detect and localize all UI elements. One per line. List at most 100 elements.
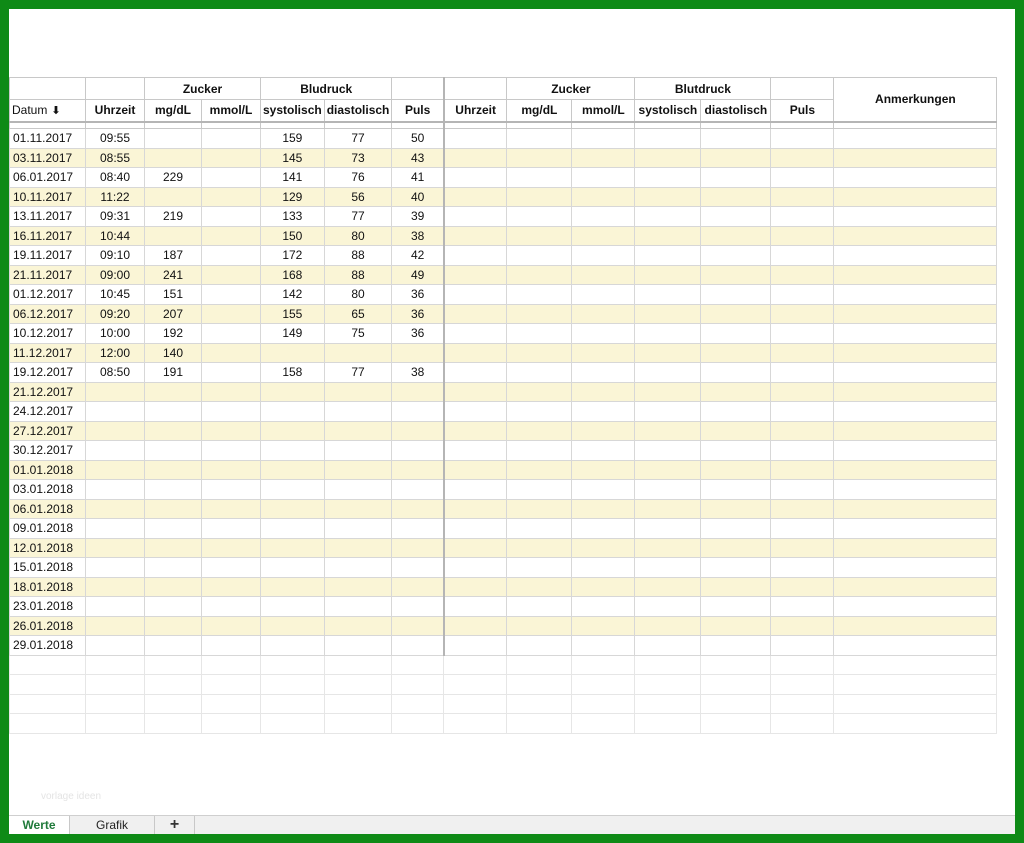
cell-empty[interactable] xyxy=(443,128,508,149)
header-cell[interactable] xyxy=(443,77,508,100)
cell-mmoll[interactable] xyxy=(201,128,261,149)
cell-puls[interactable]: 36 xyxy=(391,303,445,324)
spacer-cell[interactable] xyxy=(770,120,835,129)
cell-datum[interactable]: 09.01.2018 xyxy=(9,518,86,539)
table-row[interactable]: 16.11.2017 10:44 150 80 38 xyxy=(9,225,998,246)
cell-mgdl[interactable]: 151 xyxy=(144,284,202,305)
cell-empty[interactable] xyxy=(506,654,573,675)
cell-empty[interactable] xyxy=(506,459,573,480)
header-cell[interactable] xyxy=(9,77,86,100)
cell-diastolisch[interactable]: 73 xyxy=(323,147,393,168)
cell-diastolisch[interactable] xyxy=(323,342,393,363)
cell-empty[interactable] xyxy=(571,576,636,597)
cell-puls[interactable]: 43 xyxy=(391,147,445,168)
cell-empty[interactable] xyxy=(770,693,835,714)
cell-empty[interactable] xyxy=(770,537,835,558)
cell-empty[interactable] xyxy=(571,401,636,422)
cell-puls[interactable]: 36 xyxy=(391,284,445,305)
cell-puls[interactable]: 50 xyxy=(391,128,445,149)
cell-empty[interactable] xyxy=(833,381,998,402)
cell-uhrzeit[interactable] xyxy=(85,479,145,500)
cell-systolisch[interactable] xyxy=(260,537,325,558)
table-row[interactable]: 27.12.2017 xyxy=(9,420,998,441)
cell-empty[interactable] xyxy=(770,498,835,519)
cell-empty[interactable] xyxy=(506,576,573,597)
cell-empty[interactable] xyxy=(770,576,835,597)
cell-empty[interactable] xyxy=(833,440,998,461)
cell-empty[interactable] xyxy=(700,342,772,363)
header-group-zucker[interactable]: Zucker xyxy=(144,77,261,100)
cell-empty[interactable] xyxy=(571,342,636,363)
cell-systolisch[interactable]: 172 xyxy=(260,245,325,266)
cell-mgdl[interactable]: 187 xyxy=(144,245,202,266)
cell-mmoll[interactable] xyxy=(201,518,261,539)
cell-empty[interactable] xyxy=(443,693,508,714)
cell-empty[interactable] xyxy=(443,654,508,675)
cell-uhrzeit[interactable] xyxy=(85,596,145,617)
cell-empty[interactable] xyxy=(443,440,508,461)
cell-systolisch[interactable] xyxy=(260,557,325,578)
cell-empty[interactable] xyxy=(571,264,636,285)
cell-empty[interactable] xyxy=(700,479,772,500)
cell-empty[interactable] xyxy=(571,206,636,227)
cell-empty[interactable] xyxy=(506,440,573,461)
cell-empty[interactable] xyxy=(634,459,702,480)
cell-empty[interactable] xyxy=(443,186,508,207)
add-sheet-button[interactable]: + xyxy=(155,816,195,834)
header-cell[interactable] xyxy=(770,77,835,100)
cell-puls[interactable] xyxy=(391,576,445,597)
cell-puls[interactable]: 38 xyxy=(391,225,445,246)
cell-empty[interactable] xyxy=(833,498,998,519)
cell-diastolisch[interactable] xyxy=(323,596,393,617)
table-row[interactable]: 19.11.2017 09:10 187 172 88 42 xyxy=(9,245,998,266)
cell-empty[interactable] xyxy=(9,674,86,695)
cell-empty[interactable] xyxy=(443,596,508,617)
cell-empty[interactable] xyxy=(571,674,636,695)
cell-diastolisch[interactable] xyxy=(323,401,393,422)
cell-datum[interactable]: 01.11.2017 xyxy=(9,128,86,149)
cell-diastolisch[interactable]: 56 xyxy=(323,186,393,207)
cell-empty[interactable] xyxy=(323,674,393,695)
cell-datum[interactable]: 15.01.2018 xyxy=(9,557,86,578)
cell-empty[interactable] xyxy=(770,342,835,363)
table-row[interactable]: 11.12.2017 12:00 140 xyxy=(9,342,998,363)
cell-empty[interactable] xyxy=(443,401,508,422)
cell-empty[interactable] xyxy=(506,225,573,246)
cell-empty[interactable] xyxy=(391,674,445,695)
cell-empty[interactable] xyxy=(571,635,636,656)
cell-diastolisch[interactable] xyxy=(323,420,393,441)
cell-empty[interactable] xyxy=(700,498,772,519)
cell-datum[interactable]: 03.01.2018 xyxy=(9,479,86,500)
cell-uhrzeit[interactable] xyxy=(85,459,145,480)
cell-empty[interactable] xyxy=(506,186,573,207)
header-group-bludruck[interactable]: Bludruck xyxy=(259,77,393,100)
cell-uhrzeit[interactable]: 10:45 xyxy=(85,284,145,305)
cell-empty[interactable] xyxy=(770,654,835,675)
cell-mgdl[interactable] xyxy=(144,440,202,461)
cell-empty[interactable] xyxy=(770,459,835,480)
cell-mgdl[interactable] xyxy=(144,615,202,636)
cell-mgdl[interactable] xyxy=(144,186,202,207)
cell-puls[interactable] xyxy=(391,615,445,636)
cell-empty[interactable] xyxy=(443,303,508,324)
header-mmoll-2[interactable]: mmol/L xyxy=(571,99,636,123)
table-row[interactable]: 06.01.2017 08:40 229 141 76 41 xyxy=(9,167,998,188)
cell-empty[interactable] xyxy=(506,167,573,188)
cell-empty[interactable] xyxy=(443,713,508,734)
cell-empty[interactable] xyxy=(506,674,573,695)
cell-empty[interactable] xyxy=(571,596,636,617)
cell-empty[interactable] xyxy=(506,284,573,305)
cell-empty[interactable] xyxy=(770,635,835,656)
cell-empty[interactable] xyxy=(443,479,508,500)
cell-empty[interactable] xyxy=(144,654,202,675)
cell-empty[interactable] xyxy=(144,674,202,695)
cell-empty[interactable] xyxy=(571,713,636,734)
cell-empty[interactable] xyxy=(443,537,508,558)
spacer-cell[interactable] xyxy=(391,120,445,129)
cell-systolisch[interactable]: 159 xyxy=(260,128,325,149)
cell-empty[interactable] xyxy=(571,479,636,500)
cell-empty[interactable] xyxy=(833,654,998,675)
cell-datum[interactable]: 10.12.2017 xyxy=(9,323,86,344)
cell-diastolisch[interactable] xyxy=(323,459,393,480)
cell-empty[interactable] xyxy=(201,674,261,695)
